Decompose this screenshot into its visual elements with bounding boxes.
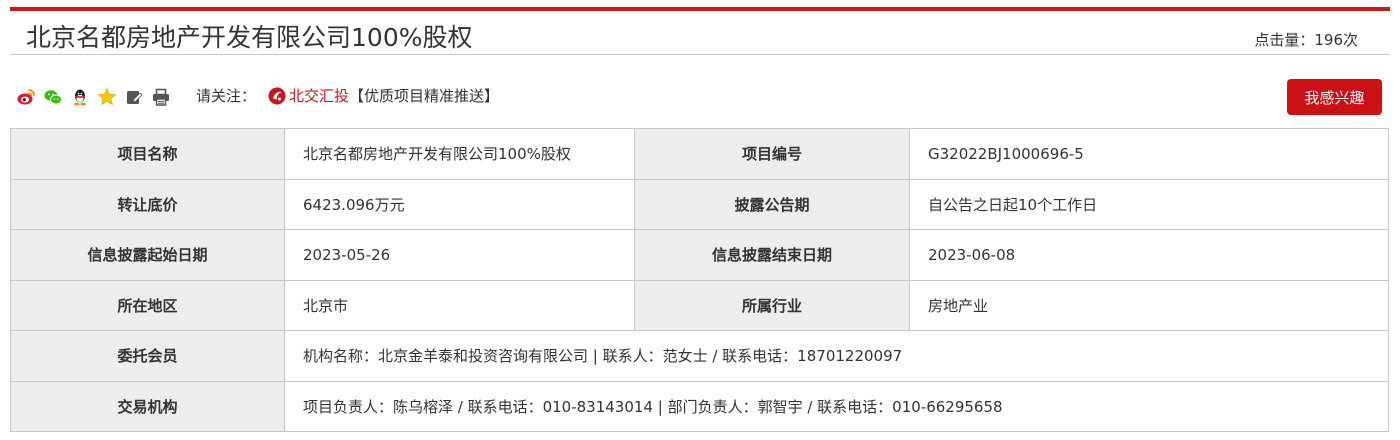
interest-button[interactable]: 我感兴趣 — [1287, 79, 1382, 115]
wechat-icon[interactable] — [43, 87, 63, 107]
page-title: 北京名都房地产开发有限公司100%股权 — [26, 23, 473, 52]
project-name-label: 项目名称 — [10, 128, 285, 180]
member-label: 委托会员 — [10, 330, 285, 382]
brand-logo-icon — [268, 87, 286, 105]
table-row: 信息披露起始日期 2023-05-26 信息披露结束日期 2023-06-08 — [10, 229, 1389, 281]
region-label: 所在地区 — [10, 279, 285, 331]
project-info-table: 项目名称 北京名都房地产开发有限公司100%股权 项目编号 G32022BJ10… — [10, 128, 1389, 432]
industry-value: 房地产业 — [909, 279, 1389, 331]
weibo-icon[interactable] — [16, 87, 36, 107]
start-date-value: 2023-05-26 — [284, 229, 635, 281]
project-code-value: G32022BJ1000696-5 — [909, 128, 1389, 180]
page: 北京名都房地产开发有限公司100%股权 点击量：196次 请关注： 北交汇投 【… — [0, 0, 1400, 440]
agency-label: 交易机构 — [10, 380, 285, 432]
share-icons — [16, 87, 171, 107]
industry-label: 所属行业 — [634, 279, 910, 331]
print-icon[interactable] — [151, 87, 171, 107]
project-name-value: 北京名都房地产开发有限公司100%股权 — [284, 128, 635, 180]
share-row: 请关注： 北交汇投 【优质项目精准推送】 我感兴趣 — [10, 78, 1390, 118]
disclosure-period-label: 披露公告期 — [634, 178, 910, 230]
table-row: 交易机构 项目负责人：陈乌榕泽 / 联系电话：010-83143014 | 部门… — [10, 380, 1389, 432]
table-row: 转让底价 6423.096万元 披露公告期 自公告之日起10个工作日 — [10, 178, 1389, 230]
member-value: 机构名称：北京金羊泰和投资咨询有限公司 | 联系人：范女士 / 联系电话：187… — [284, 330, 1389, 382]
table-row: 委托会员 机构名称：北京金羊泰和投资咨询有限公司 | 联系人：范女士 / 联系电… — [10, 330, 1389, 382]
promo-text: 【优质项目精准推送】 — [349, 87, 500, 105]
brand-link[interactable]: 北交汇投 — [289, 85, 349, 106]
favorite-star-icon[interactable] — [97, 87, 117, 107]
end-date-value: 2023-06-08 — [909, 229, 1389, 281]
region-value: 北京市 — [284, 279, 635, 331]
qq-icon[interactable] — [70, 87, 90, 107]
table-row: 项目名称 北京名都房地产开发有限公司100%股权 项目编号 G32022BJ10… — [10, 128, 1389, 180]
start-date-label: 信息披露起始日期 — [10, 229, 285, 281]
price-value: 6423.096万元 — [284, 178, 635, 230]
title-row: 北京名都房地产开发有限公司100%股权 点击量：196次 — [10, 11, 1390, 55]
table-row: 所在地区 北京市 所属行业 房地产业 — [10, 279, 1389, 331]
follow-label: 请关注： — [196, 87, 257, 105]
follow-notice: 请关注： 北交汇投 【优质项目精准推送】 — [196, 85, 499, 106]
project-code-label: 项目编号 — [634, 128, 910, 180]
view-count: 点击量：196次 — [1254, 31, 1358, 49]
disclosure-period-value: 自公告之日起10个工作日 — [909, 178, 1389, 230]
edit-icon[interactable] — [124, 87, 144, 107]
end-date-label: 信息披露结束日期 — [634, 229, 910, 281]
price-label: 转让底价 — [10, 178, 285, 230]
agency-value: 项目负责人：陈乌榕泽 / 联系电话：010-83143014 | 部门负责人：郭… — [284, 380, 1389, 432]
